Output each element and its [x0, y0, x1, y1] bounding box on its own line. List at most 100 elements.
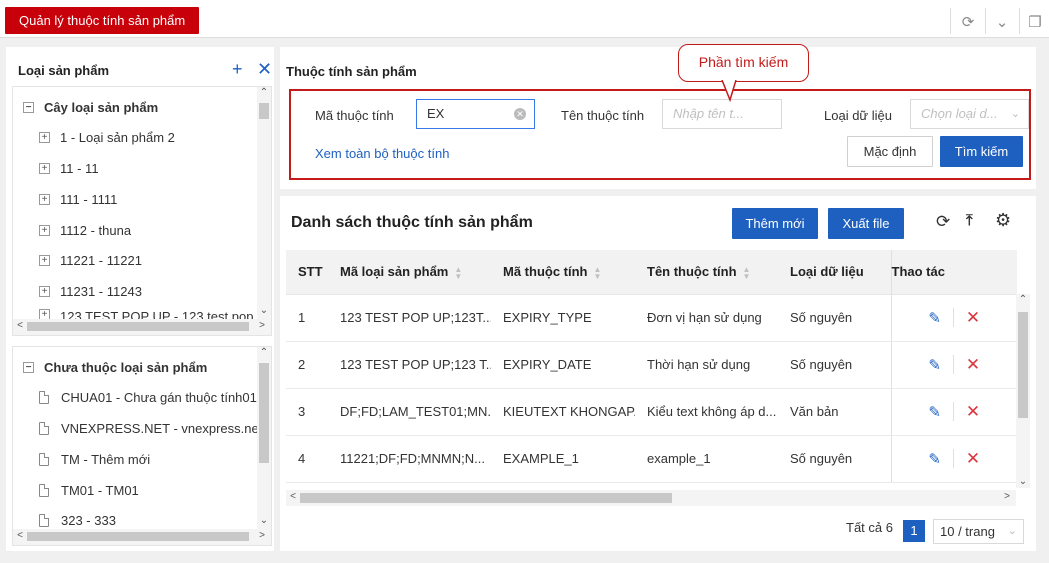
name-input[interactable]: Nhập tên t...	[662, 99, 782, 129]
cell-category-code: 123 TEST POP UP;123 T...	[328, 341, 491, 389]
scroll-up-icon[interactable]: ⌃	[257, 347, 271, 358]
scroll-thumb[interactable]	[300, 493, 672, 503]
sort-icon[interactable]: ▲ ▼	[454, 265, 462, 280]
column-height-icon[interactable]: ⤒	[966, 212, 973, 229]
tree-item-label: 323 - 333	[61, 512, 116, 528]
refresh-icon[interactable]: ⟳	[936, 212, 950, 232]
page-size-select[interactable]: 10 / trang ⌄	[933, 519, 1024, 544]
expand-icon[interactable]: +	[39, 254, 50, 266]
scroll-down-icon[interactable]: ⌄	[257, 305, 271, 316]
scroll-right-icon[interactable]: >	[255, 530, 269, 541]
edit-icon[interactable]: ✎	[928, 451, 941, 468]
scroll-down-icon[interactable]: ⌄	[1016, 476, 1030, 487]
table-header-row: STT Mã loại sản phẩm ▲ ▼ Mã thuộc tính ▲ ▼ T…	[286, 250, 1017, 295]
sort-icon[interactable]: ▲ ▼	[743, 265, 751, 280]
horizontal-scrollbar[interactable]: < >	[13, 319, 271, 335]
column-header[interactable]: Tên thuộc tính ▲ ▼	[635, 250, 778, 295]
table-row: 4 11221;DF;FD;MNMN;N... EXAMPLE_1 exampl…	[286, 435, 1017, 483]
tree-scrollbar[interactable]	[257, 87, 271, 319]
scroll-right-icon[interactable]: >	[1000, 491, 1014, 502]
tree-item[interactable]: TM - Thêm mới	[39, 447, 150, 471]
scroll-thumb[interactable]	[27, 532, 249, 541]
edit-icon[interactable]: ✎	[928, 357, 941, 374]
tree-item[interactable]: CHUA01 - Chưa gán thuộc tính01	[39, 385, 257, 409]
refresh-icon[interactable]: ⟳	[956, 10, 980, 34]
expand-icon[interactable]: +	[39, 224, 50, 236]
scroll-up-icon[interactable]: ⌃	[257, 87, 271, 98]
tree-item-label: TM - Thêm mới	[61, 451, 151, 467]
table-scrollbar[interactable]	[1016, 294, 1030, 488]
export-button[interactable]: Xuất file	[828, 208, 904, 239]
collapse-icon[interactable]: −	[23, 361, 34, 373]
horizontal-scrollbar[interactable]: < >	[13, 529, 271, 545]
product-type-tree: − Cây loại sản phẩm +1 - Loại sản phẩm 2 …	[12, 86, 272, 336]
view-all-link[interactable]: Xem toàn bộ thuộc tính	[315, 146, 449, 161]
scroll-thumb[interactable]	[27, 322, 249, 331]
edit-icon[interactable]: ✎	[928, 404, 941, 421]
scroll-left-icon[interactable]: <	[286, 491, 300, 502]
tree-item[interactable]: +1 - Loại sản phẩm 2	[39, 125, 175, 149]
page-button[interactable]: 1	[903, 520, 925, 542]
clear-icon[interactable]: ✕	[514, 108, 526, 120]
chevron-down-icon[interactable]: ⌄	[990, 10, 1014, 34]
cell-stt: 1	[286, 294, 328, 342]
tree-item[interactable]: +11221 - 11221	[39, 248, 142, 272]
delete-icon[interactable]: ✕	[952, 401, 981, 421]
scroll-right-icon[interactable]: >	[255, 320, 269, 331]
code-input[interactable]: EX ✕	[416, 99, 535, 129]
default-button[interactable]: Mặc định	[847, 136, 933, 167]
tree-root[interactable]: − Cây loại sản phẩm	[23, 95, 158, 119]
scroll-up-icon[interactable]: ⌃	[1016, 294, 1030, 305]
tree-item-label: 11 - 11	[60, 160, 99, 176]
edit-icon[interactable]: ✎	[928, 310, 941, 327]
close-icon[interactable]: ✕	[257, 58, 272, 80]
list-title: Danh sách thuộc tính sản phẩm	[291, 214, 533, 231]
fullscreen-icon[interactable]: ❐	[1023, 10, 1047, 34]
add-new-button[interactable]: Thêm mới	[732, 208, 818, 239]
tree-item[interactable]: TM01 - TM01	[39, 478, 139, 502]
scroll-thumb[interactable]	[1018, 312, 1028, 418]
scroll-left-icon[interactable]: <	[13, 530, 27, 541]
document-icon	[39, 513, 49, 527]
expand-icon[interactable]: +	[39, 162, 50, 174]
search-button[interactable]: Tìm kiếm	[940, 136, 1023, 167]
cell-attr-name: Thời hạn sử dụng	[635, 341, 778, 389]
tree-item[interactable]: +111 - 1111	[39, 187, 117, 211]
scroll-left-icon[interactable]: <	[13, 320, 27, 331]
cell-attr-name: Kiểu text không áp d...	[635, 388, 778, 436]
tree-item[interactable]: +11231 - 11243	[39, 279, 142, 303]
cell-actions: ✎ ✕	[890, 294, 1017, 342]
tree-root[interactable]: − Chưa thuộc loại sản phẩm	[23, 355, 207, 379]
chevron-down-icon: ⌄	[1010, 108, 1020, 120]
tree-item[interactable]: VNEXPRESS.NET - vnexpress.net	[39, 416, 262, 440]
delete-icon[interactable]: ✕	[952, 307, 981, 327]
table-horizontal-scrollbar[interactable]: < >	[286, 490, 1016, 506]
column-header[interactable]: Mã thuộc tính ▲ ▼	[491, 250, 635, 295]
tree-item[interactable]: +1112 - thuna	[39, 218, 131, 242]
expand-icon[interactable]: +	[39, 131, 50, 143]
document-icon	[39, 452, 49, 466]
tree-scrollbar[interactable]	[257, 347, 271, 529]
type-select[interactable]: Chọn loại d... ⌄	[910, 99, 1029, 129]
page-tab[interactable]: Quản lý thuộc tính sản phẩm	[5, 7, 200, 34]
delete-icon[interactable]: ✕	[952, 448, 981, 468]
section-title: Thuộc tính sản phẩm	[286, 64, 417, 79]
gear-icon[interactable]: ⚙	[995, 210, 1011, 231]
divider	[950, 8, 951, 34]
tree-item-label: CHUA01 - Chưa gán thuộc tính01	[61, 389, 257, 405]
scroll-down-icon[interactable]: ⌄	[257, 515, 271, 526]
expand-icon[interactable]: +	[39, 193, 50, 205]
sort-icon[interactable]: ▲ ▼	[594, 265, 602, 280]
divider	[1019, 8, 1020, 34]
delete-icon[interactable]: ✕	[952, 354, 981, 374]
tree-item[interactable]: +11 - 11	[39, 156, 99, 180]
column-header-label: Tên thuộc tính	[647, 263, 737, 279]
column-header[interactable]: Mã loại sản phẩm ▲ ▼	[328, 250, 491, 295]
scroll-thumb[interactable]	[259, 103, 269, 119]
add-icon[interactable]: +	[232, 58, 243, 80]
expand-icon[interactable]: +	[39, 285, 50, 297]
column-header-label: Mã thuộc tính	[503, 263, 588, 279]
collapse-icon[interactable]: −	[23, 101, 34, 113]
scroll-thumb[interactable]	[259, 363, 269, 463]
cell-actions: ✎ ✕	[890, 435, 1017, 483]
